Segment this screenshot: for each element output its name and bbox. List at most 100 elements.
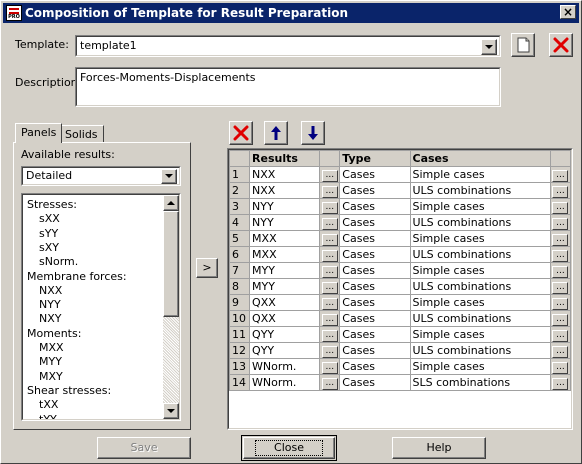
tree-leaf-item[interactable]: sYY [39,227,58,240]
ellipsis-button[interactable]: ... [552,250,569,262]
chevron-down-icon[interactable] [481,39,497,55]
ellipsis-button[interactable]: ... [552,378,569,390]
ellipsis-button[interactable]: ... [321,314,338,326]
result-cell[interactable]: QYY [249,326,321,343]
move-down-button[interactable] [301,121,325,145]
type-cell[interactable]: Cases [339,342,411,359]
ellipsis-button[interactable]: ... [552,330,569,342]
result-cell[interactable]: WNorm. [249,374,321,391]
tree-leaf-item[interactable]: MXX [39,341,64,354]
type-cell[interactable]: Cases [339,262,411,279]
result-cell[interactable]: MXX [249,230,321,247]
result-cell[interactable]: QXX [249,294,321,311]
scroll-up-button[interactable] [163,195,179,211]
table-row[interactable]: 3 NYY... Cases Simple cases... [229,198,571,215]
tree-group-item[interactable]: Membrane forces: [27,270,127,283]
cases-cell[interactable]: ULS combinations [409,214,551,231]
result-cell[interactable]: NXX [249,182,321,199]
ellipsis-button[interactable]: ... [321,282,338,294]
ellipsis-button[interactable]: ... [321,218,338,230]
type-cell[interactable]: Cases [339,230,411,247]
type-cell[interactable]: Cases [339,294,411,311]
save-button[interactable]: Save [97,437,191,459]
chevron-down-icon[interactable] [161,169,177,184]
tree-leaf-item[interactable]: sXY [39,241,59,254]
ellipsis-button[interactable]: ... [552,298,569,310]
ellipsis-button[interactable]: ... [321,250,338,262]
tree-leaf-item[interactable]: sXX [39,212,60,225]
cases-cell[interactable]: Simple cases [409,326,551,343]
tab-solids[interactable]: Solids [59,125,104,142]
table-row[interactable]: 2 NXX... Cases ULS combinations... [229,182,571,199]
tree-leaf-item[interactable]: NXY [39,312,61,325]
table-row[interactable]: 6 MXX... Cases ULS combinations... [229,246,571,263]
result-cell[interactable]: QXX [249,310,321,327]
type-cell[interactable]: Cases [339,182,411,199]
ellipsis-button[interactable]: ... [552,218,569,230]
cases-cell[interactable]: ULS combinations [409,278,551,295]
cases-cell[interactable]: Simple cases [409,166,551,183]
tree-leaf-item[interactable]: MXY [39,370,63,383]
tree-leaf-item[interactable]: MYY [39,355,62,368]
tree-leaf-item[interactable]: tXX [39,398,58,411]
tree-leaf-item[interactable]: sNorm. [39,255,78,268]
ellipsis-button[interactable]: ... [552,282,569,294]
tree-group-item[interactable]: Shear stresses: [27,384,111,397]
cases-cell[interactable]: Simple cases [409,262,551,279]
result-cell[interactable]: NXX [249,166,321,183]
ellipsis-button[interactable]: ... [321,330,338,342]
table-row[interactable]: 1 NXX... Cases Simple cases... [229,166,571,183]
ellipsis-button[interactable]: ... [552,346,569,358]
close-button[interactable]: Close [243,437,335,459]
cases-cell[interactable]: ULS combinations [409,342,551,359]
ellipsis-button[interactable]: ... [552,186,569,198]
cases-cell[interactable]: SLS combinations [409,374,551,391]
grid-header-results[interactable]: Results [249,150,321,167]
ellipsis-button[interactable]: ... [321,362,338,374]
ellipsis-button[interactable]: ... [321,266,338,278]
cases-cell[interactable]: Simple cases [409,358,551,375]
type-cell[interactable]: Cases [339,278,411,295]
table-row[interactable]: 5 MXX... Cases Simple cases... [229,230,571,247]
tree-scrollbar[interactable] [163,195,179,419]
cases-cell[interactable]: ULS combinations [409,182,551,199]
tree-leaf-item[interactable]: NXX [39,284,62,297]
move-up-button[interactable] [264,121,288,145]
table-row[interactable]: 7 MYY... Cases Simple cases... [229,262,571,279]
add-result-button[interactable]: > [196,258,218,278]
cases-cell[interactable]: Simple cases [409,198,551,215]
new-template-button[interactable] [511,33,535,57]
cases-cell[interactable]: ULS combinations [409,246,551,263]
table-row[interactable]: 12 QYY... Cases ULS combinations... [229,342,571,359]
ellipsis-button[interactable]: ... [552,170,569,182]
result-cell[interactable]: NYY [249,198,321,215]
results-grid[interactable]: Results Type Cases 1 NXX... Cases Simple ca… [229,150,571,391]
delete-template-button[interactable] [549,33,573,57]
type-cell[interactable]: Cases [339,246,411,263]
cases-cell[interactable]: ULS combinations [409,310,551,327]
type-cell[interactable]: Cases [339,326,411,343]
scroll-thumb[interactable] [163,211,179,317]
delete-row-button[interactable] [229,121,253,145]
tab-panels[interactable]: Panels [15,123,63,143]
ellipsis-button[interactable]: ... [321,298,338,310]
available-results-combo[interactable]: Detailed [21,166,181,186]
result-cell[interactable]: QYY [249,342,321,359]
ellipsis-button[interactable]: ... [552,362,569,374]
ellipsis-button[interactable]: ... [552,202,569,214]
table-row[interactable]: 4 NYY... Cases ULS combinations... [229,214,571,231]
result-cell[interactable]: MXX [249,246,321,263]
type-cell[interactable]: Cases [339,214,411,231]
tree-leaf-item[interactable]: NYY [39,298,61,311]
tree-group-item[interactable]: Moments: [27,327,81,340]
result-cell[interactable]: MYY [249,262,321,279]
grid-header-cases[interactable]: Cases [409,150,551,167]
ellipsis-button[interactable]: ... [552,234,569,246]
ellipsis-button[interactable]: ... [321,202,338,214]
description-field[interactable]: Forces-Moments-Displacements [75,67,501,107]
result-cell[interactable]: NYY [249,214,321,231]
table-row[interactable]: 14 WNorm.... Cases SLS combinations... [229,374,571,391]
cases-cell[interactable]: Simple cases [409,230,551,247]
results-tree[interactable]: Stresses: sXX sYY sXY sNorm. Membrane forces:… [21,193,181,421]
ellipsis-button[interactable]: ... [321,186,338,198]
